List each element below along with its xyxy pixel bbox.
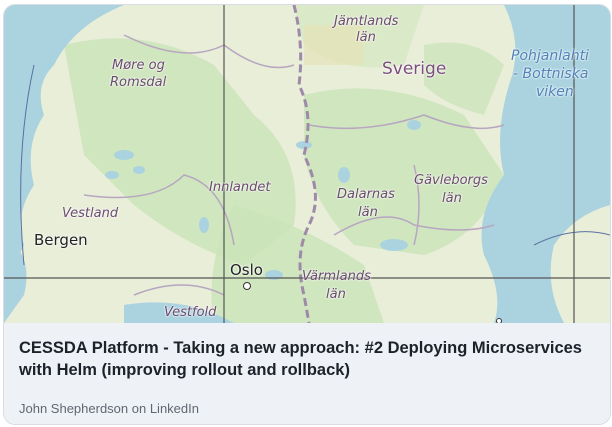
map-label-jamtlands-lan: län [356,30,376,45]
map-label-varmlands-lan: län [326,287,346,302]
map-label-dalarnas-lan: län [358,205,378,220]
map-label-pohjanlahti-3: viken [536,84,574,100]
map-label-more-2: Romsdal [110,75,167,90]
map-label-oslo: Oslo [230,261,263,279]
map-label-sverige: Sverige [382,59,447,79]
map-label-varmlands: Värmlands [302,269,371,284]
link-preview-meta[interactable]: CESSDA Platform - Taking a new approach:… [4,323,610,424]
link-preview-card[interactable]: Jämtlands län Sverige Pohjanlahti - Bott… [3,4,611,425]
map-label-gavleborgs: Gävleborgs [414,173,488,188]
map-label-vestland: Vestland [62,206,119,221]
map-image: Jämtlands län Sverige Pohjanlahti - Bott… [4,5,610,323]
map-label-gavleborgs-lan: län [442,191,462,206]
map-label-more-1: Møre og [112,58,165,73]
map-label-innlandet: Innlandet [209,180,271,195]
map-label-vestfold: Vestfold [164,305,217,320]
map-label-bergen: Bergen [34,231,88,249]
oslo-city-marker [243,282,251,290]
link-preview-source: John Shepherdson on LinkedIn [19,401,199,416]
link-preview-title[interactable]: CESSDA Platform - Taking a new approach:… [19,337,599,381]
map-label-jamtlands: Jämtlands [334,14,399,29]
map-label-pohjanlahti-2: - Bottniska [513,66,589,82]
map-label-pohjanlahti-1: Pohjanlahti [511,48,589,64]
map-label-dalarnas: Dalarnas [337,187,395,202]
